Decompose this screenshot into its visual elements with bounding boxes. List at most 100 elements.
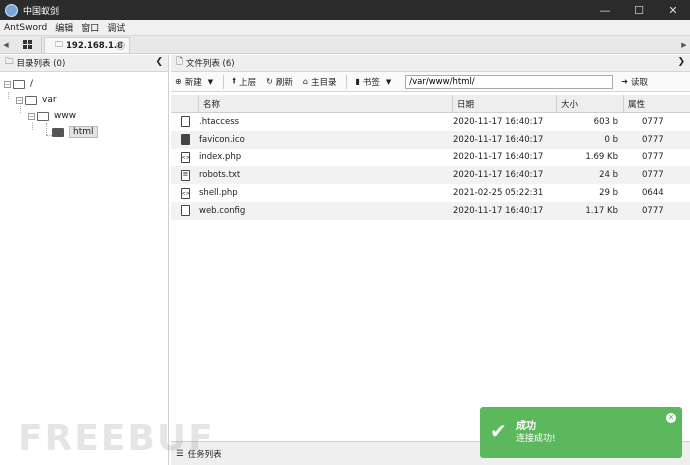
bookmark-button[interactable]: ▮ 书签 ▼ xyxy=(355,76,391,88)
tree-connector xyxy=(32,123,33,130)
caret-down-icon: ▼ xyxy=(207,77,214,86)
tree-node-label: var xyxy=(42,95,57,105)
refresh-button[interactable]: ↻ 刷新 xyxy=(266,76,293,88)
new-button[interactable]: ⊕ 新建 ▼ xyxy=(175,76,213,88)
minimize-icon[interactable]: — xyxy=(588,0,622,20)
file-name: shell.php xyxy=(199,188,238,199)
file-name: web.config xyxy=(199,205,246,216)
image-file-icon xyxy=(180,134,190,146)
tab-scroll-right-icon[interactable]: ▶ xyxy=(678,36,690,53)
folder-header-icon: 🗀 xyxy=(5,57,14,67)
table-row[interactable]: shell.php 2021-02-25 05:22:31 29 b 0644 xyxy=(171,184,690,202)
file-date: 2020-11-17 16:40:17 xyxy=(453,170,544,181)
file-size: 1.69 Kb xyxy=(585,152,618,163)
file-name: favicon.ico xyxy=(199,134,245,145)
collapse-icon[interactable]: − xyxy=(28,112,35,120)
tab-host[interactable]: 🗀 192.168.1.8 ✕ xyxy=(44,37,130,53)
column-header-size[interactable]: 大小 xyxy=(557,95,624,112)
tab-host-label: 192.168.1.8 xyxy=(66,40,124,51)
tree-node-label: html xyxy=(69,126,98,138)
menu-item-edit[interactable]: 编辑 xyxy=(55,21,73,34)
column-header-name[interactable]: 名称 xyxy=(199,95,453,112)
tab-home[interactable] xyxy=(14,36,42,53)
directory-panel: 🗀 目录列表 (0) ❮ − / − var − www html xyxy=(0,55,169,465)
close-icon[interactable]: ✕ xyxy=(656,0,690,20)
file-icon-cell xyxy=(171,116,199,128)
tree-node-www[interactable]: − www xyxy=(28,109,76,123)
menu-bar: AntSword 编辑 窗口 调试 xyxy=(0,20,690,36)
tree-node-root[interactable]: − / xyxy=(4,77,33,91)
tree-node-label: www xyxy=(54,111,77,121)
title-bar: 中国蚁剑 — ☐ ✕ xyxy=(0,0,690,20)
menu-item-antsword[interactable]: AntSword xyxy=(4,23,47,33)
refresh-button-label: 刷新 xyxy=(275,77,293,88)
maximize-icon[interactable]: ☐ xyxy=(622,0,656,20)
file-icon-cell xyxy=(171,205,199,217)
freebuf-watermark: FREEBUF xyxy=(18,418,215,459)
file-size: 603 b xyxy=(593,116,618,127)
read-button[interactable]: ➜ 读取 xyxy=(621,76,648,88)
collapse-icon[interactable]: − xyxy=(16,96,23,104)
file-table: 名称 日期 大小 属性 .htaccess 2020-11-17 16:40:1… xyxy=(171,95,690,220)
new-button-label: 新建 xyxy=(184,77,202,88)
tree-connector xyxy=(46,123,47,135)
window-controls: — ☐ ✕ xyxy=(588,0,690,20)
check-icon: ✔ xyxy=(490,419,507,443)
file-panel-header: 🗋 文件列表 (6) ❯ xyxy=(171,55,690,72)
bookmark-icon: ▮ xyxy=(355,77,360,86)
menu-item-window[interactable]: 窗口 xyxy=(81,21,99,34)
up-button-label: 上层 xyxy=(239,77,257,88)
column-header-date[interactable]: 日期 xyxy=(453,95,557,112)
arrow-up-icon: 🠙 xyxy=(232,75,237,85)
table-row[interactable]: robots.txt 2020-11-17 16:40:17 24 b 0777 xyxy=(171,166,690,185)
file-attr: 0644 xyxy=(642,188,664,199)
file-panel-title: 文件列表 (6) xyxy=(185,59,235,69)
tree-connector xyxy=(8,92,9,99)
up-button[interactable]: 🠙 上层 xyxy=(232,75,256,89)
caret-down-icon: ▼ xyxy=(385,77,392,86)
home-button[interactable]: ⌂ 主目录 xyxy=(303,76,337,88)
file-date: 2021-02-25 05:22:31 xyxy=(453,188,544,199)
folder-tab-icon: 🗀 xyxy=(55,39,63,49)
file-attr: 0777 xyxy=(642,170,664,181)
toast-title: 成功 xyxy=(516,421,536,432)
file-panel: 🗋 文件列表 (6) ❯ ⊕ 新建 ▼ 🠙 上层 ↻ 刷新 ⌂ 主目录 ▮ 书签… xyxy=(171,55,690,440)
file-size: 24 b xyxy=(599,170,618,181)
table-row[interactable]: index.php 2020-11-17 16:40:17 1.69 Kb 07… xyxy=(171,149,690,167)
tab-close-icon[interactable]: ✕ xyxy=(116,41,125,50)
tree-connector xyxy=(20,106,21,113)
file-header-icon: 🗋 xyxy=(176,57,183,67)
plus-circle-icon: ⊕ xyxy=(175,77,182,86)
window-title: 中国蚁剑 xyxy=(23,6,60,17)
refresh-icon: ↻ xyxy=(266,77,273,86)
menu-item-debug[interactable]: 调试 xyxy=(107,21,125,34)
tree-node-label: / xyxy=(30,79,34,89)
table-row[interactable]: favicon.ico 2020-11-17 16:40:17 0 b 0777 xyxy=(171,130,690,149)
file-date: 2020-11-17 16:40:17 xyxy=(453,116,544,127)
toolbar-divider xyxy=(346,74,348,89)
code-file-icon xyxy=(180,187,190,199)
folder-icon xyxy=(37,111,49,121)
path-input[interactable] xyxy=(405,74,614,89)
read-button-label: 读取 xyxy=(630,77,648,88)
grid-icon xyxy=(23,40,32,49)
collapse-left-icon[interactable]: ❮ xyxy=(155,57,163,67)
folder-icon xyxy=(13,79,25,89)
file-size: 0 b xyxy=(604,134,618,145)
home-icon: ⌂ xyxy=(302,77,308,86)
collapse-icon[interactable]: − xyxy=(4,80,11,88)
toast-close-icon[interactable]: ✕ xyxy=(666,413,676,423)
column-header-attr[interactable]: 属性 xyxy=(624,95,690,112)
folder-icon xyxy=(25,95,37,105)
tab-scroll-left-icon[interactable]: ◀ xyxy=(0,36,12,53)
file-date: 2020-11-17 16:40:17 xyxy=(453,152,544,163)
file-attr: 0777 xyxy=(642,152,664,163)
table-row[interactable]: web.config 2020-11-17 16:40:17 1.17 Kb 0… xyxy=(171,201,690,220)
tree-node-var[interactable]: − var xyxy=(16,93,57,107)
collapse-right-icon[interactable]: ❯ xyxy=(677,57,685,67)
file-date: 2020-11-17 16:40:17 xyxy=(453,205,544,216)
bookmark-button-label: 书签 xyxy=(362,77,380,88)
tree-node-html[interactable]: html xyxy=(52,125,98,139)
code-file-icon xyxy=(180,151,190,163)
table-row[interactable]: .htaccess 2020-11-17 16:40:17 603 b 0777 xyxy=(171,113,690,131)
